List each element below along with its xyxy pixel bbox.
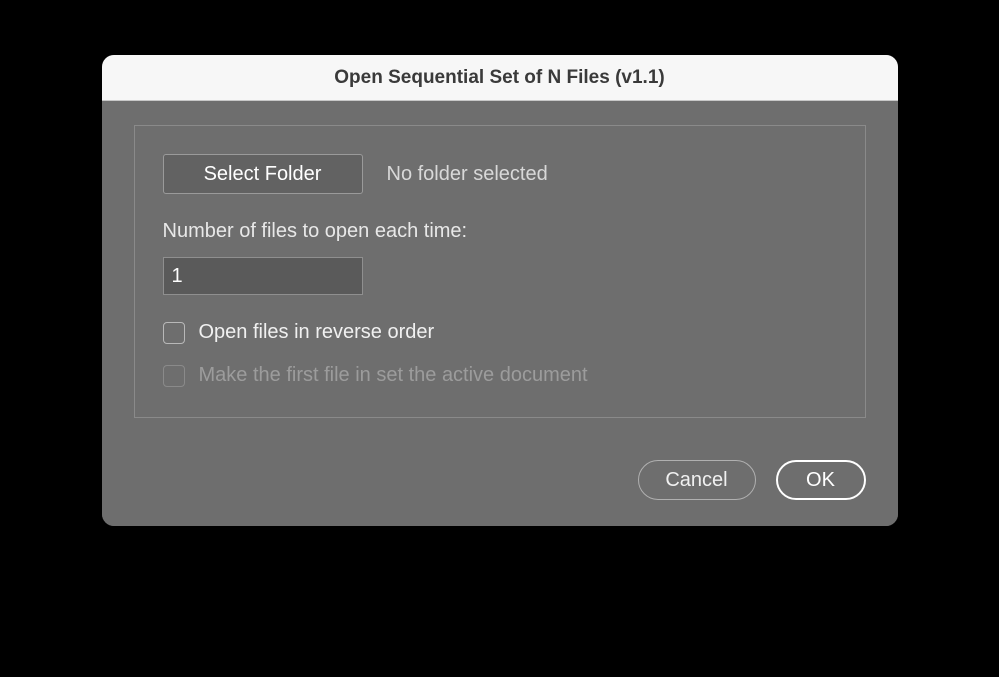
dialog-footer: Cancel OK [102,438,898,526]
num-files-label: Number of files to open each time: [163,220,837,243]
cancel-button[interactable]: Cancel [638,460,756,500]
titlebar: Open Sequential Set of N Files (v1.1) [102,55,898,101]
main-panel: Select Folder No folder selected Number … [134,125,866,418]
ok-button[interactable]: OK [776,460,866,500]
active-document-checkbox [163,365,185,387]
folder-status-label: No folder selected [387,163,548,186]
folder-row: Select Folder No folder selected [163,154,837,194]
reverse-order-row: Open files in reverse order [163,321,837,344]
select-folder-button[interactable]: Select Folder [163,154,363,194]
num-files-input[interactable] [163,257,363,295]
active-document-label: Make the first file in set the active do… [199,364,588,387]
dialog-title: Open Sequential Set of N Files (v1.1) [334,67,664,89]
dialog-body: Select Folder No folder selected Number … [102,101,898,438]
reverse-order-checkbox[interactable] [163,322,185,344]
active-document-row: Make the first file in set the active do… [163,364,837,387]
dialog-window: Open Sequential Set of N Files (v1.1) Se… [102,55,898,526]
reverse-order-label[interactable]: Open files in reverse order [199,321,435,344]
